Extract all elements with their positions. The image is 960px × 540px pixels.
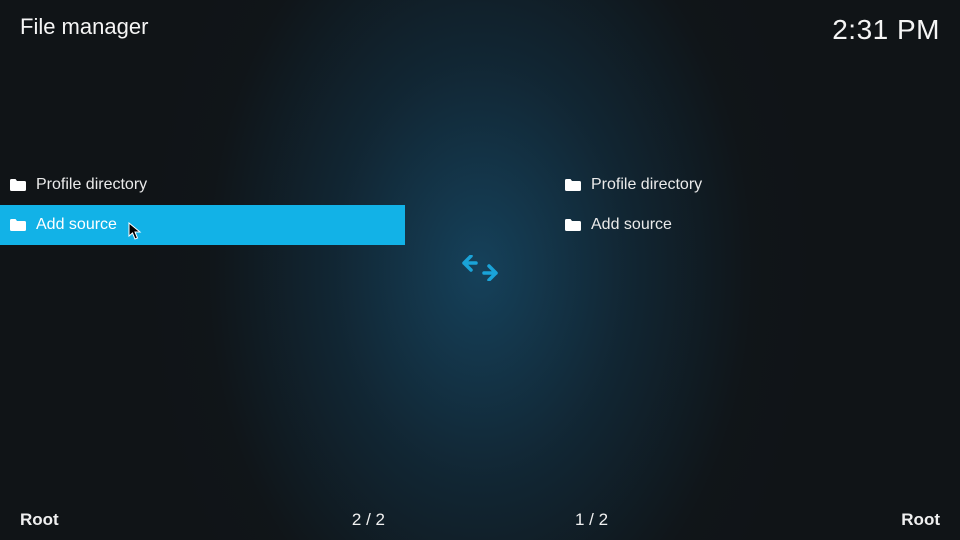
item-count: 2 / 2 xyxy=(352,510,385,530)
list-item-label: Add source xyxy=(36,216,117,234)
page-title: File manager xyxy=(20,14,148,40)
list-item-label: Profile directory xyxy=(36,176,147,194)
transfer-arrows-icon xyxy=(462,255,498,281)
item-count: 1 / 2 xyxy=(575,510,608,530)
folder-icon xyxy=(10,179,26,191)
footer-right: 1 / 2 Root xyxy=(555,510,960,530)
list-item[interactable]: Add source xyxy=(555,205,960,245)
folder-icon xyxy=(565,179,581,191)
list-item-label: Add source xyxy=(591,216,672,234)
folder-icon xyxy=(565,219,581,231)
folder-icon xyxy=(10,219,26,231)
path-label: Root xyxy=(20,510,59,530)
clock: 2:31 PM xyxy=(832,14,940,46)
path-label: Root xyxy=(901,510,940,530)
center-divider xyxy=(405,165,555,500)
list-item-label: Profile directory xyxy=(591,176,702,194)
list-item[interactable]: Add source xyxy=(0,205,405,245)
list-item[interactable]: Profile directory xyxy=(0,165,405,205)
footer: Root 2 / 2 1 / 2 Root xyxy=(0,510,960,530)
list-item[interactable]: Profile directory xyxy=(555,165,960,205)
right-pane: Profile directory Add source xyxy=(555,165,960,500)
header: File manager 2:31 PM xyxy=(20,14,940,46)
footer-left: Root 2 / 2 xyxy=(0,510,405,530)
left-pane: Profile directory Add source xyxy=(0,165,405,500)
